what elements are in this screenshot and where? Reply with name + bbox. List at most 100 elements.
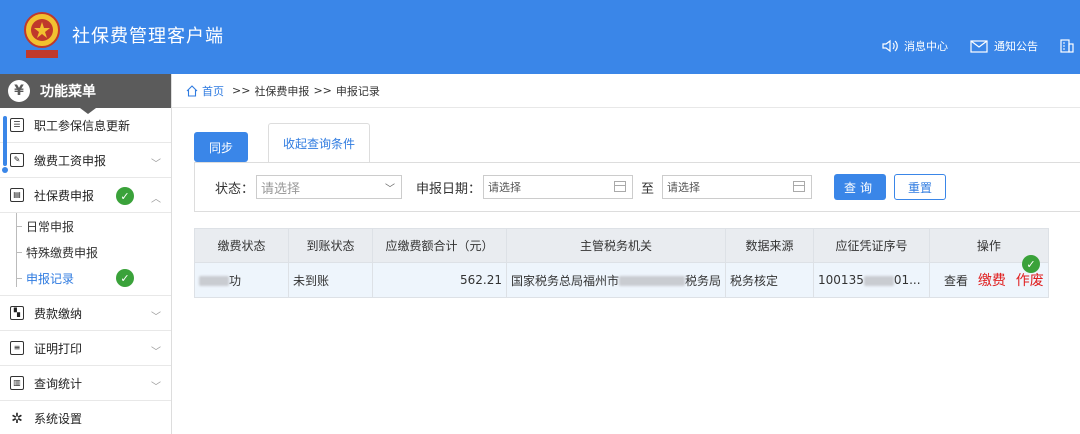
date-to-input[interactable]: 请选择	[662, 175, 813, 199]
progress-marker-icon	[2, 116, 8, 173]
sidebar-item-settings[interactable]: ✲ 系统设置	[0, 401, 171, 434]
wallet-icon: ▚	[10, 306, 24, 320]
chevron-down-icon: ﹀	[385, 184, 396, 195]
gear-icon: ✲	[11, 410, 23, 427]
col-amount: 应缴费额合计（元）	[372, 228, 507, 263]
sidebar-item-label: 证明打印	[34, 341, 83, 356]
home-icon	[186, 84, 198, 97]
menu-title: 功能菜单	[40, 84, 96, 100]
calendar-icon[interactable]	[614, 181, 627, 192]
bar-chart-icon: ▥	[10, 376, 24, 390]
table-row[interactable]: 功 未到账 562.21 国家税务总局福州市 税务局 税务核定 100135 01.…	[194, 262, 1049, 298]
app-title: 社保费管理客户端	[72, 26, 224, 47]
records-table: 缴费状态 到账状态 应缴费额合计（元） 主管税务机关 数据来源 应征凭证序号 操…	[194, 228, 1049, 298]
app-header: 社保费管理客户端 消息中心 通知公告	[0, 0, 1080, 74]
sidebar-item-label: 系统设置	[34, 412, 83, 426]
table-header-row: 缴费状态 到账状态 应缴费额合计（元） 主管税务机关 数据来源 应征凭证序号 操…	[194, 228, 1049, 273]
reset-button[interactable]: 重置	[894, 174, 947, 200]
header-links: 消息中心 通知公告	[882, 38, 1080, 54]
cell-arrival-status: 未到账	[288, 262, 373, 298]
tax-emblem-logo	[24, 12, 60, 58]
sidebar-item-social-fee-declare[interactable]: ▤ 社保费申报 ✓ ︿	[0, 178, 171, 213]
breadcrumb: 首页 >> 社保费申报 >> 申报记录	[172, 74, 1080, 108]
sidebar-item-wage-declare[interactable]: ✎ 缴费工资申报 ﹀	[0, 143, 171, 178]
breadcrumb-separator: >>	[313, 84, 332, 97]
tax-office-prefix: 国家税务总局福州市	[511, 273, 620, 288]
sidebar-subitem-label: 申报记录	[26, 271, 75, 286]
check-icon: ✓	[1022, 255, 1041, 273]
mail-icon	[970, 39, 988, 53]
breadcrumb-level2: 申报记录	[335, 84, 380, 98]
sidebar-item-label: 社保费申报	[34, 188, 95, 203]
building-icon	[1060, 39, 1074, 53]
filter-panel: 状态： 请选择 ﹀ 申报日期： 请选择 至 请选择 查询 重置	[194, 162, 1080, 212]
col-operations: 操作 ✓	[929, 228, 1049, 273]
cell-tax-office: 国家税务总局福州市 税务局	[505, 262, 727, 298]
tax-office-suffix: 税务局	[685, 273, 722, 288]
sidebar-subitem-records[interactable]: 申报记录 ✓	[0, 265, 171, 291]
sidebar-subitem-daily[interactable]: 日常申报	[0, 213, 171, 239]
breadcrumb-home[interactable]: 首页	[202, 83, 224, 99]
toolbar: 同步 收起查询条件	[194, 122, 371, 163]
calendar-icon: ▤	[10, 188, 24, 202]
cell-amount: 562.21	[372, 262, 507, 298]
col-source: 数据来源	[725, 228, 815, 263]
date-to-value: 请选择	[667, 181, 701, 194]
status-label: 状态：	[215, 181, 255, 197]
declare-date-label: 申报日期：	[416, 181, 482, 197]
status-select-value: 请选择	[261, 181, 301, 197]
voucher-prefix: 100135	[818, 273, 864, 287]
notice-label: 通知公告	[994, 40, 1038, 53]
redacted-text	[199, 276, 229, 286]
main-content: 首页 >> 社保费申报 >> 申报记录 同步 收起查询条件 状态： 请选择 ﹀ …	[172, 74, 1080, 434]
check-icon: ✓	[116, 269, 134, 287]
date-to-separator: 至	[641, 181, 655, 197]
status-select[interactable]: 请选择 ﹀	[256, 175, 403, 199]
chevron-down-icon: ﹀	[151, 312, 161, 323]
notice-link[interactable]: 通知公告	[970, 38, 1038, 54]
message-center-link[interactable]: 消息中心	[882, 38, 948, 54]
sidebar-item-label: 缴费工资申报	[34, 153, 107, 168]
edit-icon: ✎	[10, 153, 24, 167]
sidebar-item-certificate-print[interactable]: ≡ 证明打印 ﹀	[0, 331, 171, 366]
sidebar-item-fee-payment[interactable]: ▚ 费款缴纳 ﹀	[0, 296, 171, 331]
building-link[interactable]	[1060, 39, 1080, 53]
sidebar-subitem-special[interactable]: 特殊缴费申报	[0, 239, 171, 265]
void-link[interactable]: 作废	[1016, 273, 1044, 289]
query-button[interactable]: 查询	[834, 174, 887, 200]
view-link[interactable]: 查看	[944, 274, 968, 288]
menu-header: ¥ 功能菜单	[0, 74, 171, 114]
col-operations-label: 操作	[976, 239, 1001, 253]
pay-status-tail: 功	[229, 273, 242, 288]
col-pay-status: 缴费状态	[194, 228, 289, 263]
sidebar-item-employee-info[interactable]: ☰ 职工参保信息更新	[0, 108, 171, 143]
cell-voucher: 100135 01...	[813, 262, 931, 298]
sidebar: ¥ 功能菜单 ☰ 职工参保信息更新 ✎ 缴费工资申报 ﹀ ▤ 社保费申报 ✓ ︿…	[0, 74, 172, 434]
redacted-text	[619, 276, 686, 286]
sync-button[interactable]: 同步	[194, 132, 248, 162]
speaker-icon	[882, 39, 898, 53]
check-icon: ✓	[116, 187, 134, 205]
yen-icon: ¥	[8, 80, 30, 102]
breadcrumb-level1[interactable]: 社保费申报	[254, 83, 309, 99]
date-from-input[interactable]: 请选择	[483, 175, 634, 199]
sidebar-item-label: 费款缴纳	[34, 306, 83, 321]
redacted-text	[863, 275, 894, 286]
sidebar-item-label: 职工参保信息更新	[34, 118, 131, 133]
sub-menu: 日常申报 特殊缴费申报 申报记录 ✓	[0, 213, 171, 296]
col-tax-office: 主管税务机关	[505, 228, 727, 263]
breadcrumb-separator: >>	[232, 84, 251, 97]
pay-link[interactable]: 缴费	[978, 273, 1006, 289]
chevron-down-icon: ﹀	[151, 347, 161, 358]
col-arrival-status: 到账状态	[288, 228, 373, 263]
sidebar-item-label: 查询统计	[34, 376, 83, 391]
message-center-label: 消息中心	[904, 40, 948, 53]
collapse-filter-tab[interactable]: 收起查询条件	[268, 123, 371, 163]
chevron-up-icon: ︿	[151, 194, 161, 205]
date-from-value: 请选择	[488, 181, 522, 194]
voucher-suffix: 01...	[893, 273, 921, 287]
sidebar-item-query-stats[interactable]: ▥ 查询统计 ﹀	[0, 366, 171, 401]
calendar-icon[interactable]	[793, 181, 806, 192]
list-icon: ☰	[10, 118, 24, 132]
col-voucher: 应征凭证序号	[813, 228, 931, 263]
